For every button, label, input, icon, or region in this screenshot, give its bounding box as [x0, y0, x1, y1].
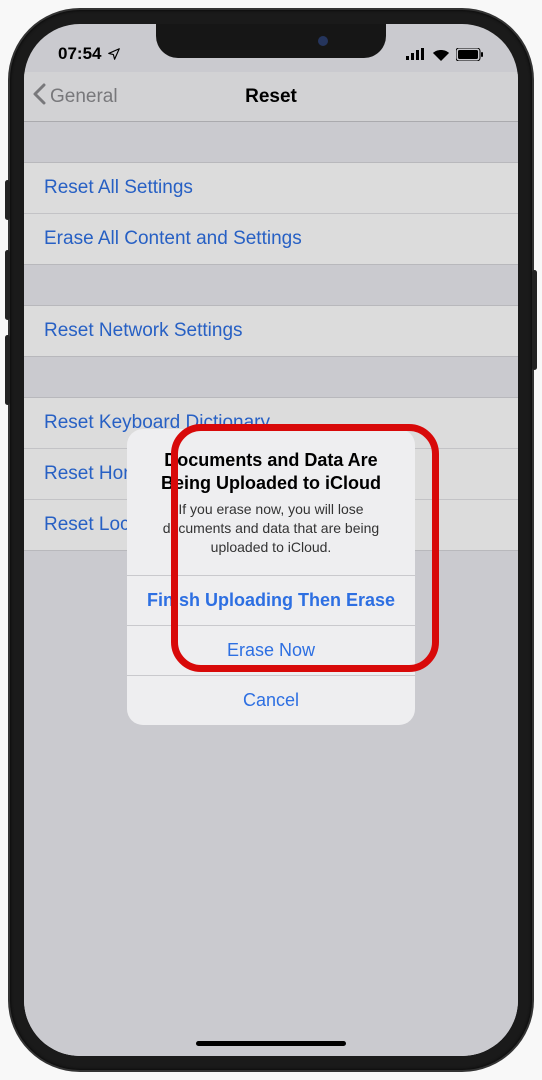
home-indicator[interactable] — [196, 1041, 346, 1046]
mute-switch — [5, 180, 10, 220]
cancel-button[interactable]: Cancel — [127, 675, 415, 725]
screen: 07:54 Ge — [24, 24, 518, 1056]
finish-uploading-button[interactable]: Finish Uploading Then Erase — [127, 575, 415, 625]
erase-now-button[interactable]: Erase Now — [127, 625, 415, 675]
volume-up-button — [5, 250, 10, 320]
power-button — [532, 270, 537, 370]
phone-frame: 07:54 Ge — [10, 10, 532, 1070]
alert-header: Documents and Data Are Being Uploaded to… — [127, 429, 415, 575]
alert-dialog: Documents and Data Are Being Uploaded to… — [127, 429, 415, 725]
alert-title: Documents and Data Are Being Uploaded to… — [143, 449, 399, 494]
alert-message: If you erase now, you will lose document… — [143, 500, 399, 557]
volume-down-button — [5, 335, 10, 405]
